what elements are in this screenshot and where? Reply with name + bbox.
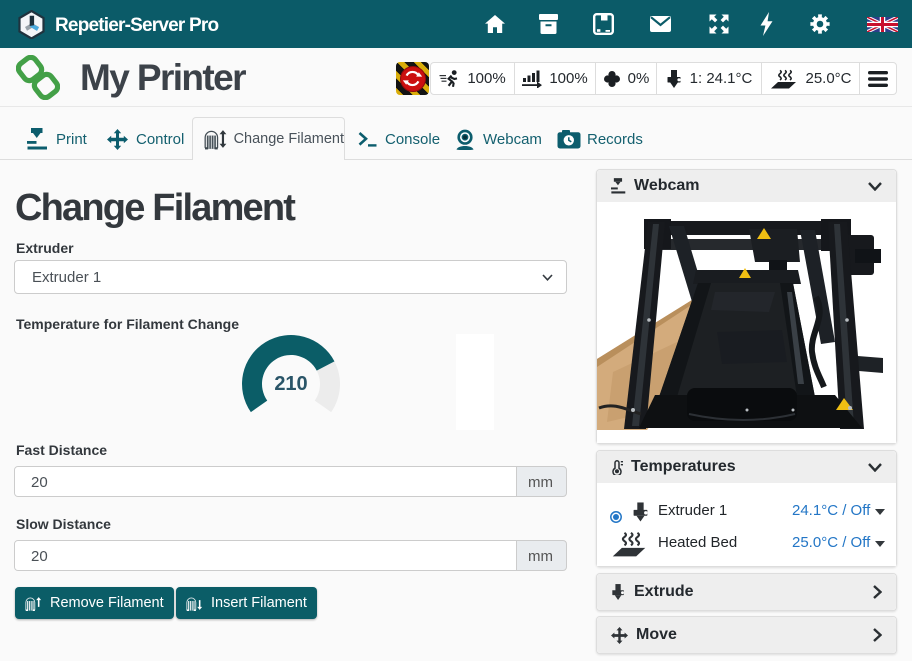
svg-text:210: 210 xyxy=(274,373,307,395)
